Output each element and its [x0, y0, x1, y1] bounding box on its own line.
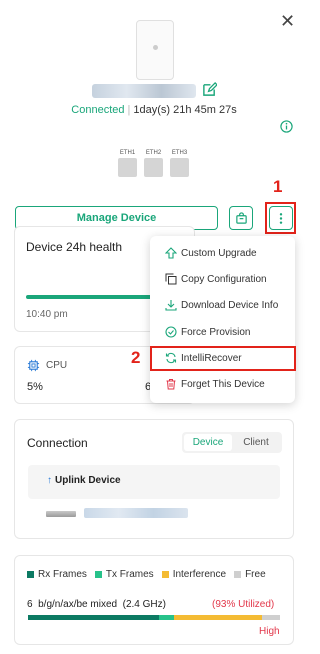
band-utilization: (93% Utilized) [212, 599, 275, 610]
uplink-device-name-redacted[interactable] [84, 508, 188, 518]
menu-item-forget-device[interactable]: Forget This Device [165, 375, 265, 393]
port-label: ETH3 [171, 150, 188, 156]
menu-item-label: Custom Upgrade [181, 247, 257, 259]
radio-legend: Rx Frames Tx Frames Interference Free [27, 569, 266, 580]
status-text: Connected [71, 104, 125, 116]
menu-item-custom-upgrade[interactable]: Custom Upgrade [165, 244, 257, 262]
check-circle-icon [165, 326, 177, 338]
tab-client[interactable]: Client [232, 434, 280, 451]
band-frequency: (2.4 GHz) [122, 599, 166, 610]
annotation-number-1: 1 [273, 177, 283, 196]
tab-device[interactable]: Device [184, 434, 232, 451]
menu-item-label: Copy Configuration [181, 273, 267, 285]
port-eth1[interactable]: ETH1 [118, 150, 137, 177]
legend-interference: Interference [161, 569, 227, 580]
port-eth2[interactable]: ETH2 [144, 150, 163, 177]
legend-free: Free [234, 569, 266, 580]
cpu-label: CPU [46, 360, 68, 371]
menu-item-copy-configuration[interactable]: Copy Configuration [165, 270, 267, 288]
menu-item-force-provision[interactable]: Force Provision [165, 323, 250, 341]
connection-tabs: Device Client [182, 432, 282, 453]
cpu-value: 5% [27, 381, 43, 393]
health-title: Device 24h health [26, 240, 123, 254]
menu-item-label: Download Device Info [181, 299, 279, 311]
health-bar [26, 295, 152, 299]
uplink-title: ↑ Uplink Device [47, 475, 121, 486]
copy-icon [165, 273, 177, 285]
status-row: Connected | 1day(s) 21h 45m 27s [71, 104, 237, 116]
annotation-number-2: 2 [131, 348, 141, 367]
trash-icon [166, 379, 176, 390]
legend-label: Free [245, 569, 266, 580]
bar-segment-interference [174, 615, 263, 620]
port-label: ETH2 [145, 150, 162, 156]
menu-item-download-device-info[interactable]: Download Device Info [165, 296, 278, 314]
download-icon [165, 300, 177, 311]
annotation-box-intellirecover [150, 346, 296, 371]
band-level: High [259, 626, 280, 637]
upgrade-icon [165, 247, 177, 259]
cpu-icon [27, 359, 40, 372]
legend-rx: Rx Frames [27, 569, 87, 580]
edit-icon[interactable] [202, 82, 217, 97]
band-utilization-bar [28, 615, 280, 620]
bag-icon [235, 211, 247, 224]
legend-tx: Tx Frames [94, 569, 154, 580]
bar-segment-tx [159, 615, 175, 620]
band-mode: b/g/n/ax/be mixed [38, 599, 118, 610]
arrow-up-icon: ↑ [47, 475, 52, 486]
info-icon[interactable] [280, 120, 293, 133]
legend-label: Rx Frames [38, 569, 87, 580]
port-label: ETH1 [119, 150, 136, 156]
uplink-device-image [46, 511, 76, 517]
band-label: 6 b/g/n/ax/be mixed (2.4 GHz) [27, 599, 166, 610]
device-name-redacted [92, 84, 196, 98]
health-time: 10:40 pm [26, 309, 68, 320]
port-eth3[interactable]: ETH3 [170, 150, 189, 177]
port-list: ETH1 ETH2 ETH3 [118, 150, 189, 177]
annotation-box-more [265, 202, 296, 234]
uplink-title-text: Uplink Device [55, 475, 121, 486]
connection-title: Connection [27, 436, 88, 450]
bag-button[interactable] [229, 206, 253, 230]
legend-label: Interference [172, 569, 227, 580]
bar-segment-rx [28, 615, 160, 620]
menu-item-label: Forget This Device [181, 378, 265, 390]
close-icon[interactable]: ✕ [280, 12, 295, 30]
band-number: 6 [27, 599, 33, 610]
device-image [136, 20, 174, 80]
menu-item-label: Force Provision [181, 326, 251, 338]
more-actions-menu: Custom Upgrade Copy Configuration Downlo… [150, 236, 295, 403]
uptime-text: 1day(s) 21h 45m 27s [133, 104, 237, 116]
bar-segment-free [262, 615, 280, 620]
legend-label: Tx Frames [105, 569, 154, 580]
